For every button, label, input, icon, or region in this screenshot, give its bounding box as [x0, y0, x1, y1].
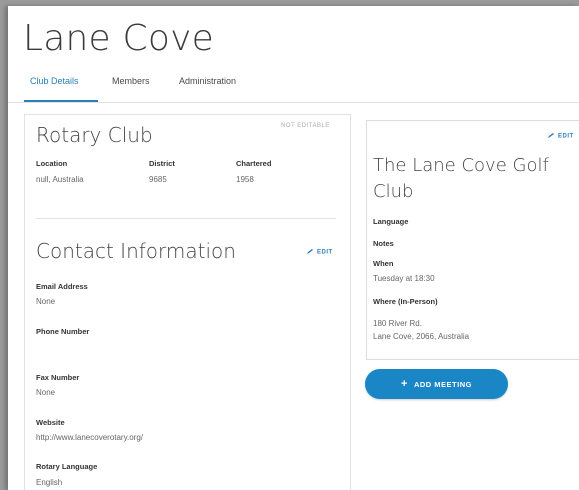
fax-label: Fax Number: [36, 373, 80, 382]
website-value[interactable]: http://www.lanecoverotary.org/: [36, 433, 143, 442]
meeting-edit-label: EDIT: [558, 133, 574, 140]
meeting-when-label: When: [373, 259, 394, 268]
pencil-icon: [548, 133, 554, 138]
tab-administration[interactable]: Administration: [179, 76, 236, 86]
contact-heading: Contact Information: [36, 239, 236, 263]
tab-members[interactable]: Members: [112, 76, 150, 86]
chartered-label: Chartered: [236, 159, 272, 168]
meeting-venue-name: The Lane Cove Golf Club: [373, 155, 549, 202]
active-tab-indicator: [24, 100, 98, 102]
district-label: District: [149, 159, 175, 168]
meeting-language-label: Language: [373, 217, 409, 226]
district-value: 9685: [149, 175, 167, 184]
not-editable-label: NOT EDITABLE: [281, 123, 330, 129]
meeting-when-value: Tuesday at 18:30: [373, 274, 435, 283]
contact-edit-label: EDIT: [317, 249, 333, 256]
club-details-panel: Rotary Club NOT EDITABLE Location null, …: [24, 114, 351, 490]
location-label: Location: [36, 159, 68, 168]
meeting-address-line1: 180 River Rd.: [373, 319, 422, 328]
email-value: None: [36, 297, 56, 306]
meeting-edit-button[interactable]: EDIT: [547, 133, 574, 140]
contact-edit-button[interactable]: EDIT: [306, 249, 333, 256]
chartered-value: 1958: [236, 175, 254, 184]
tab-bar: Club Details Members Administration: [8, 70, 579, 103]
plus-icon: +: [401, 377, 408, 390]
add-meeting-button[interactable]: + ADD MEETING: [365, 369, 508, 399]
page-title: Lane Cove: [23, 18, 214, 59]
email-label: Email Address: [36, 282, 88, 291]
meeting-where-label: Where (In-Person): [373, 297, 438, 306]
club-heading: Rotary Club: [36, 123, 153, 147]
pencil-icon: [307, 249, 313, 254]
meeting-notes-label: Notes: [373, 239, 394, 248]
add-meeting-label: ADD MEETING: [413, 379, 472, 389]
website-label: Website: [36, 418, 65, 427]
section-divider: [36, 218, 336, 219]
meeting-address-line2: Lane Cove, 2066, Australia: [373, 332, 470, 341]
rotary-language-label: Rotary Language: [36, 462, 98, 471]
app-frame: Lane Cove Club Details Members Administr…: [8, 6, 579, 490]
meeting-card: EDIT The Lane Cove Golf Club Language No…: [366, 120, 579, 360]
rotary-language-value: English: [36, 478, 63, 487]
location-value: null, Australia: [36, 175, 84, 184]
fax-value: None: [36, 388, 56, 397]
tab-club-details[interactable]: Club Details: [30, 76, 79, 86]
phone-label: Phone Number: [36, 327, 90, 336]
